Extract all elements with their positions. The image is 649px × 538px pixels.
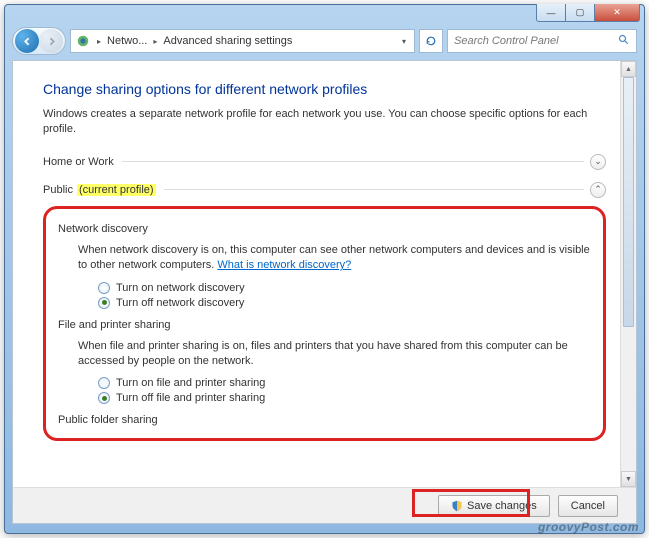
highlighted-settings-region: Network discovery When network discovery… <box>43 206 606 442</box>
nav-buttons <box>12 27 66 55</box>
scroll-thumb[interactable] <box>623 77 634 327</box>
minimize-button[interactable]: — <box>536 4 566 22</box>
back-button[interactable] <box>15 29 39 53</box>
scrollbar[interactable]: ▲ ▼ <box>620 61 636 487</box>
cancel-label: Cancel <box>571 500 605 512</box>
page-title: Change sharing options for different net… <box>43 81 606 97</box>
network-icon <box>75 33 91 49</box>
public-folder-sharing-heading: Public folder sharing <box>58 414 591 426</box>
refresh-button[interactable] <box>419 29 443 53</box>
radio-icon <box>98 282 110 294</box>
search-input[interactable]: Search Control Panel <box>447 29 637 53</box>
divider <box>164 189 584 190</box>
network-discovery-desc: When network discovery is on, this compu… <box>78 243 591 274</box>
titlebar-controls: — ▢ ✕ <box>537 4 640 22</box>
section-public-label: Public <box>43 184 73 196</box>
address-dropdown-icon[interactable]: ▾ <box>398 37 410 46</box>
file-printer-sharing-desc: When file and printer sharing is on, fil… <box>78 339 591 370</box>
forward-button[interactable] <box>39 29 63 53</box>
file-printer-sharing-heading: File and printer sharing <box>58 319 591 331</box>
chevron-up-icon[interactable]: ⌃ <box>590 182 606 198</box>
network-discovery-options: Turn on network discovery Turn off netwo… <box>98 282 591 309</box>
cancel-button[interactable]: Cancel <box>558 495 618 517</box>
section-home-or-work[interactable]: Home or Work ⌄ <box>43 154 606 170</box>
network-discovery-heading: Network discovery <box>58 223 591 235</box>
content-pane: Change sharing options for different net… <box>12 60 637 524</box>
radio-nd-off[interactable]: Turn off network discovery <box>98 297 591 309</box>
breadcrumb-advanced-sharing[interactable]: Advanced sharing settings <box>163 35 292 47</box>
current-profile-badge: (current profile) <box>77 184 156 196</box>
save-changes-label: Save changes <box>467 500 537 512</box>
breadcrumb-sep-icon <box>151 35 159 47</box>
what-is-network-discovery-link[interactable]: What is network discovery? <box>217 259 351 271</box>
radio-icon <box>98 297 110 309</box>
radio-icon <box>98 392 110 404</box>
radio-fps-on-label: Turn on file and printer sharing <box>116 377 265 389</box>
save-changes-button[interactable]: Save changes <box>438 495 550 517</box>
radio-fps-on[interactable]: Turn on file and printer sharing <box>98 377 591 389</box>
radio-fps-off[interactable]: Turn off file and printer sharing <box>98 392 591 404</box>
file-printer-sharing-options: Turn on file and printer sharing Turn of… <box>98 377 591 404</box>
divider <box>122 161 584 162</box>
chevron-down-icon[interactable]: ⌄ <box>590 154 606 170</box>
section-public[interactable]: Public (current profile) ⌃ <box>43 182 606 198</box>
content-inner: Change sharing options for different net… <box>13 61 636 483</box>
footer-bar: Save changes Cancel <box>13 487 636 523</box>
scroll-up-button[interactable]: ▲ <box>621 61 636 77</box>
breadcrumb-sep-icon <box>95 35 103 47</box>
radio-nd-on-label: Turn on network discovery <box>116 282 245 294</box>
arrow-right-icon <box>46 36 57 47</box>
search-icon <box>618 34 630 49</box>
address-bar[interactable]: Netwo... Advanced sharing settings ▾ <box>70 29 415 53</box>
search-placeholder: Search Control Panel <box>454 35 559 47</box>
radio-icon <box>98 377 110 389</box>
section-home-or-work-label: Home or Work <box>43 156 114 168</box>
scroll-down-button[interactable]: ▼ <box>621 471 636 487</box>
radio-nd-on[interactable]: Turn on network discovery <box>98 282 591 294</box>
breadcrumb-network[interactable]: Netwo... <box>107 35 147 47</box>
radio-fps-off-label: Turn off file and printer sharing <box>116 392 265 404</box>
shield-icon <box>451 500 463 512</box>
maximize-button[interactable]: ▢ <box>565 4 595 22</box>
page-subtext: Windows creates a separate network profi… <box>43 107 606 138</box>
watermark: groovyPost.com <box>538 520 639 534</box>
close-button[interactable]: ✕ <box>594 4 640 22</box>
radio-nd-off-label: Turn off network discovery <box>116 297 244 309</box>
refresh-icon <box>425 35 437 47</box>
window-frame: — ▢ ✕ Netwo... Advanced sharing settings… <box>4 4 645 534</box>
arrow-left-icon <box>22 36 33 47</box>
navigation-bar: Netwo... Advanced sharing settings ▾ Sea… <box>12 26 637 56</box>
